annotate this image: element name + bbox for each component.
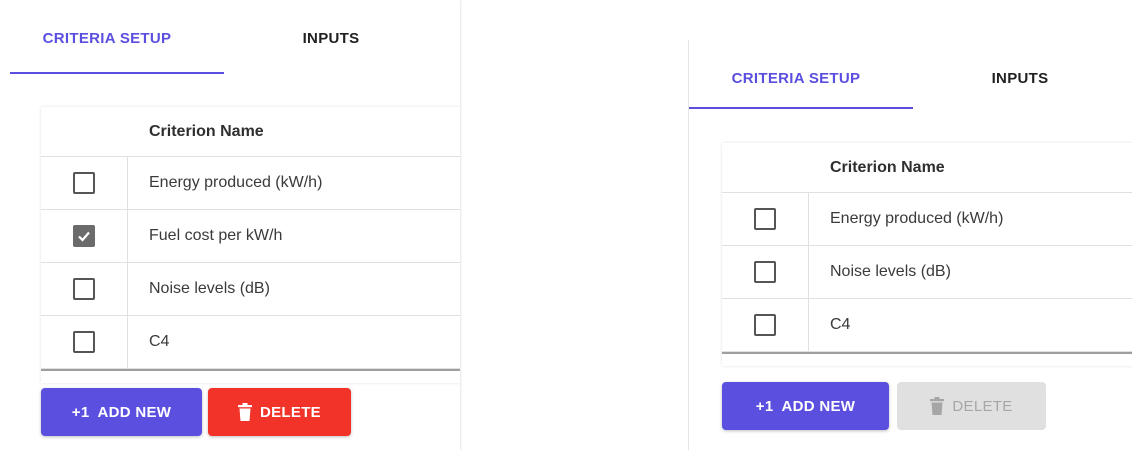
add-new-label: ADD NEW <box>97 403 172 421</box>
row-checkbox[interactable] <box>73 331 95 353</box>
tab-criteria-setup[interactable]: CRITERIA SETUP <box>0 0 214 76</box>
criteria-table: Criterion Name Energy produced (kW/h) No… <box>722 143 1132 366</box>
table-row: Noise levels (dB) <box>41 263 460 316</box>
criterion-name: Noise levels (dB) <box>149 280 270 297</box>
criteria-table: Criterion Name Energy produced (kW/h) Fu… <box>41 107 460 383</box>
criterion-name: C4 <box>830 316 851 333</box>
row-checkbox[interactable] <box>73 225 95 247</box>
table-header: Criterion Name <box>41 107 460 157</box>
plus-one-icon: +1 <box>71 403 90 421</box>
criteria-panel-before: CRITERIA SETUP INPUTS Criterion Name Ene… <box>0 0 460 450</box>
criterion-name: Noise levels (dB) <box>830 263 951 280</box>
criteria-panel-after: CRITERIA SETUP INPUTS Criterion Name Ene… <box>688 40 1132 450</box>
table-row: Energy produced (kW/h) <box>722 193 1132 246</box>
active-tab-indicator <box>689 107 913 109</box>
row-checkbox[interactable] <box>754 314 776 336</box>
table-row: Noise levels (dB) <box>722 246 1132 299</box>
tab-inputs[interactable]: INPUTS <box>224 0 438 76</box>
delete-label: DELETE <box>952 397 1013 415</box>
criterion-name: Energy produced (kW/h) <box>149 174 323 191</box>
column-header-criterion-name: Criterion Name <box>149 123 264 140</box>
criterion-name: C4 <box>149 333 170 350</box>
table-row: C4 <box>41 316 460 369</box>
tab-inputs[interactable]: INPUTS <box>913 40 1127 116</box>
table-row: Fuel cost per kW/h <box>41 210 460 263</box>
table-footer <box>722 352 1132 366</box>
criterion-name: Fuel cost per kW/h <box>149 227 283 244</box>
table-row: Energy produced (kW/h) <box>41 157 460 210</box>
active-tab-indicator <box>10 72 224 74</box>
delete-label: DELETE <box>260 403 321 421</box>
criterion-name: Energy produced (kW/h) <box>830 210 1004 227</box>
add-new-button[interactable]: +1 ADD NEW <box>722 382 889 430</box>
add-new-label: ADD NEW <box>781 397 856 415</box>
row-checkbox[interactable] <box>73 172 95 194</box>
plus-one-icon: +1 <box>755 397 774 415</box>
table-row: C4 <box>722 299 1132 352</box>
row-checkbox[interactable] <box>754 208 776 230</box>
table-header: Criterion Name <box>722 143 1132 193</box>
trash-icon <box>238 403 252 421</box>
add-new-button[interactable]: +1 ADD NEW <box>41 388 202 436</box>
tab-bar: CRITERIA SETUP INPUTS <box>0 0 460 76</box>
delete-button[interactable]: DELETE <box>897 382 1046 430</box>
column-header-criterion-name: Criterion Name <box>830 159 945 176</box>
delete-button[interactable]: DELETE <box>208 388 351 436</box>
tab-bar: CRITERIA SETUP INPUTS <box>689 40 1132 116</box>
tab-criteria-setup[interactable]: CRITERIA SETUP <box>689 40 903 116</box>
row-checkbox[interactable] <box>754 261 776 283</box>
trash-icon <box>930 397 945 415</box>
table-footer <box>41 369 460 383</box>
row-checkbox[interactable] <box>73 278 95 300</box>
